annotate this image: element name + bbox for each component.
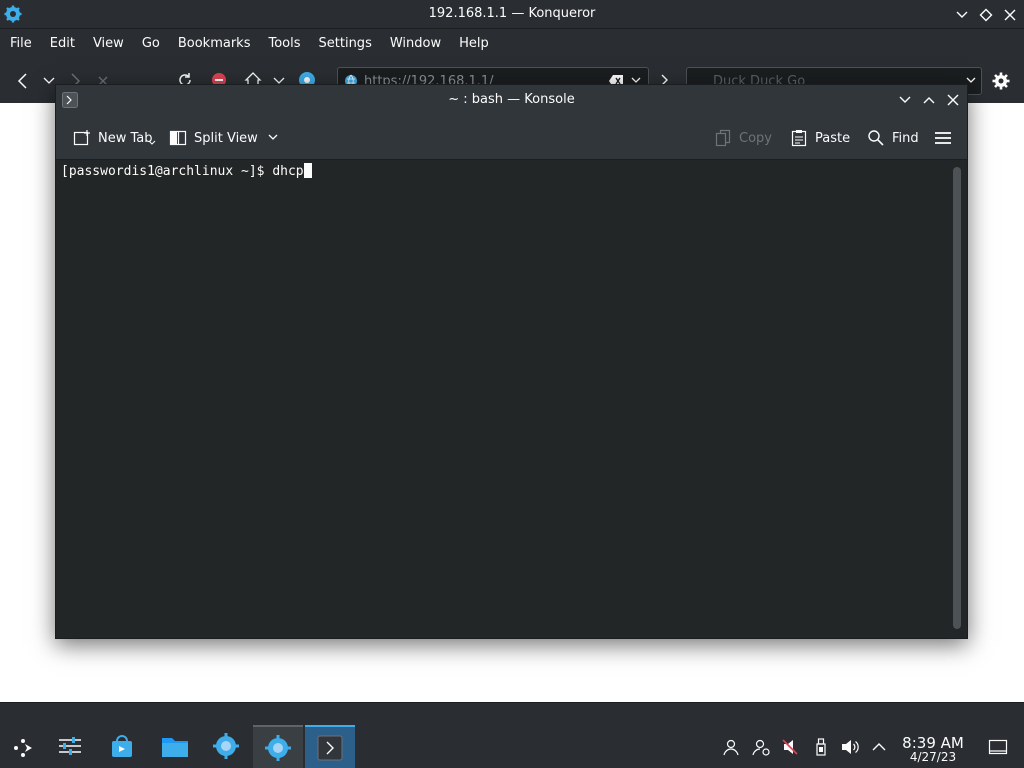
search-icon <box>867 129 885 147</box>
clock-date[interactable]: 4/27/23 <box>895 750 971 764</box>
terminal-prompt-line: [passwordis1@archlinux ~]$ dhcp <box>61 163 312 179</box>
task-dolphin[interactable] <box>149 725 199 768</box>
taskbar: 8:39 AM 4/27/23 <box>0 702 1024 768</box>
volume-icon[interactable] <box>841 738 861 756</box>
application-launcher-icon[interactable] <box>10 735 36 761</box>
menu-edit[interactable]: Edit <box>41 29 84 59</box>
sliders-icon <box>59 737 81 755</box>
task-konqueror-open[interactable] <box>253 725 303 768</box>
new-tab-button[interactable]: New Tab <box>73 127 156 149</box>
konsole-maximize-icon[interactable] <box>921 92 937 108</box>
terminal-cursor <box>303 163 312 178</box>
paste-label: Paste <box>815 130 851 146</box>
microphone-muted-icon[interactable] <box>781 738 799 756</box>
konsole-close-icon[interactable] <box>945 92 961 108</box>
folder-icon <box>162 738 188 757</box>
usb-device-icon[interactable] <box>812 738 830 756</box>
menu-help[interactable]: Help <box>450 29 498 59</box>
minimize-icon[interactable] <box>953 6 971 24</box>
close-icon[interactable] <box>1001 6 1019 24</box>
menu-bookmarks[interactable]: Bookmarks <box>169 29 260 59</box>
konqueror-window-title: 192.168.1.1 — Konqueror <box>428 6 596 21</box>
menu-go[interactable]: Go <box>133 29 169 59</box>
settings-gear-icon[interactable] <box>992 72 1010 90</box>
user-switch-icon[interactable] <box>752 738 770 756</box>
hamburger-menu-icon[interactable] <box>934 127 952 149</box>
tray-expand-chevron-up-icon[interactable] <box>870 738 888 756</box>
new-tab-dropdown-chevron-icon <box>148 140 156 146</box>
back-history-chevron-down-icon[interactable] <box>42 75 56 87</box>
konsole-minimize-icon[interactable] <box>897 92 913 108</box>
menu-tools[interactable]: Tools <box>259 29 309 59</box>
konsole-titlebar: ~ : bash — Konsole <box>56 85 967 116</box>
terminal-area[interactable]: [passwordis1@archlinux ~]$ dhcp <box>56 161 946 638</box>
back-icon[interactable] <box>14 71 32 91</box>
task-system-settings[interactable] <box>45 725 95 768</box>
paste-button[interactable]: Paste <box>790 127 850 149</box>
menu-file[interactable]: File <box>1 29 41 59</box>
split-view-icon <box>169 129 187 147</box>
command-input: dhcp <box>272 164 304 179</box>
task-konsole[interactable] <box>305 725 355 768</box>
task-konqueror-pinned[interactable] <box>201 725 251 768</box>
shell-prompt: [passwordis1@archlinux ~]$ <box>61 164 273 179</box>
split-view-label: Split View <box>194 130 258 146</box>
terminal-taskbar-icon <box>317 735 343 761</box>
paste-icon <box>790 129 808 147</box>
konsole-toolbar: New Tab Split View Copy Paste Find <box>56 116 967 160</box>
konqueror-titlebar: 192.168.1.1 — Konqueror <box>0 0 1024 29</box>
menu-window[interactable]: Window <box>381 29 450 59</box>
konqueror-gear-taskbar-active-icon <box>265 735 291 761</box>
terminal-scrollbar[interactable] <box>950 161 964 638</box>
task-discover[interactable] <box>97 725 147 768</box>
terminal-scrollbar-thumb[interactable] <box>953 167 961 629</box>
konqueror-gear-taskbar-icon <box>213 733 239 759</box>
konsole-window-title: ~ : bash — Konsole <box>448 92 575 107</box>
konqueror-menubar: File Edit View Go Bookmarks Tools Settin… <box>0 29 1024 59</box>
konsole-window: ~ : bash — Konsole New Tab Split View Co… <box>55 84 968 639</box>
new-tab-icon <box>73 129 91 147</box>
split-view-button[interactable]: Split View <box>169 127 279 149</box>
maximize-icon[interactable] <box>977 6 995 24</box>
split-view-chevron-down-icon <box>267 133 279 143</box>
copy-icon <box>714 129 732 147</box>
copy-button[interactable]: Copy <box>714 127 772 149</box>
shopping-bag-icon <box>112 735 132 757</box>
menu-settings[interactable]: Settings <box>310 29 381 59</box>
find-label: Find <box>892 130 919 146</box>
user-icon[interactable] <box>722 738 740 756</box>
find-button[interactable]: Find <box>867 127 919 149</box>
copy-label: Copy <box>739 130 772 146</box>
show-desktop-icon[interactable] <box>988 738 1008 756</box>
new-tab-label: New Tab <box>98 130 153 146</box>
menu-view[interactable]: View <box>84 29 133 59</box>
